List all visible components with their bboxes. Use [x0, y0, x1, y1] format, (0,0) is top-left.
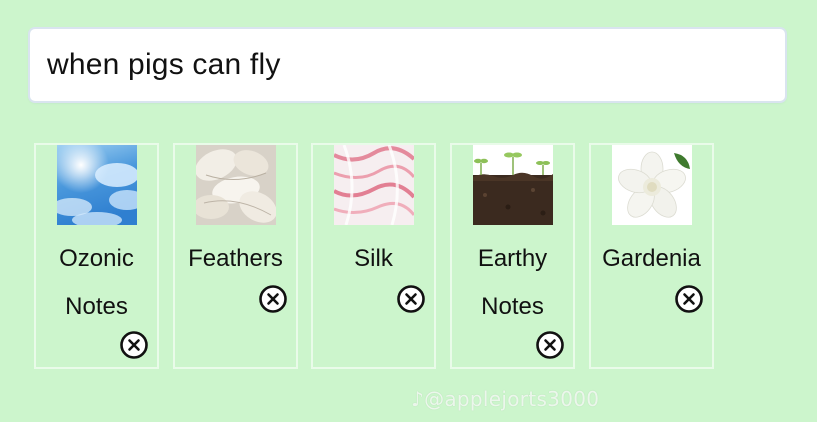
silk-image: [333, 145, 414, 225]
scent-note-card-silk: Silk: [311, 143, 436, 369]
scent-note-label: Silk: [354, 245, 393, 272]
close-circle-icon: [397, 285, 425, 313]
close-circle-icon: [675, 285, 703, 313]
remove-ozonic-button[interactable]: [120, 331, 148, 359]
scent-note-label: Ozonic Notes: [59, 245, 134, 320]
close-circle-icon: [120, 331, 148, 359]
scent-note-card-feathers: Feathers: [173, 143, 298, 369]
soil-sprouts-image: [472, 145, 553, 225]
scent-note-label: Feathers: [188, 245, 283, 272]
scent-note-card-ozonic: Ozonic Notes: [34, 143, 159, 369]
scent-note-label: Gardenia: [602, 245, 701, 272]
search-input-value: when pigs can fly: [47, 48, 281, 81]
scent-note-label: Earthy Notes: [477, 245, 548, 320]
remove-feathers-button[interactable]: [259, 285, 287, 313]
gardenia-image: [611, 145, 692, 225]
feathers-image: [195, 145, 276, 225]
close-circle-icon: [259, 285, 287, 313]
scent-note-card-earthy: Earthy Notes: [450, 143, 575, 369]
search-input[interactable]: when pigs can fly: [30, 29, 785, 101]
close-circle-icon: [536, 331, 564, 359]
remove-silk-button[interactable]: [397, 285, 425, 313]
scent-note-card-gardenia: Gardenia: [589, 143, 714, 369]
watermark-handle: @applejorts3000: [424, 387, 600, 411]
tiktok-logo-icon: ♪: [411, 387, 425, 411]
remove-gardenia-button[interactable]: [675, 285, 703, 313]
sky-clouds-image: [56, 145, 137, 225]
remove-earthy-button[interactable]: [536, 331, 564, 359]
tiktok-watermark: ♪@applejorts3000: [411, 387, 599, 411]
